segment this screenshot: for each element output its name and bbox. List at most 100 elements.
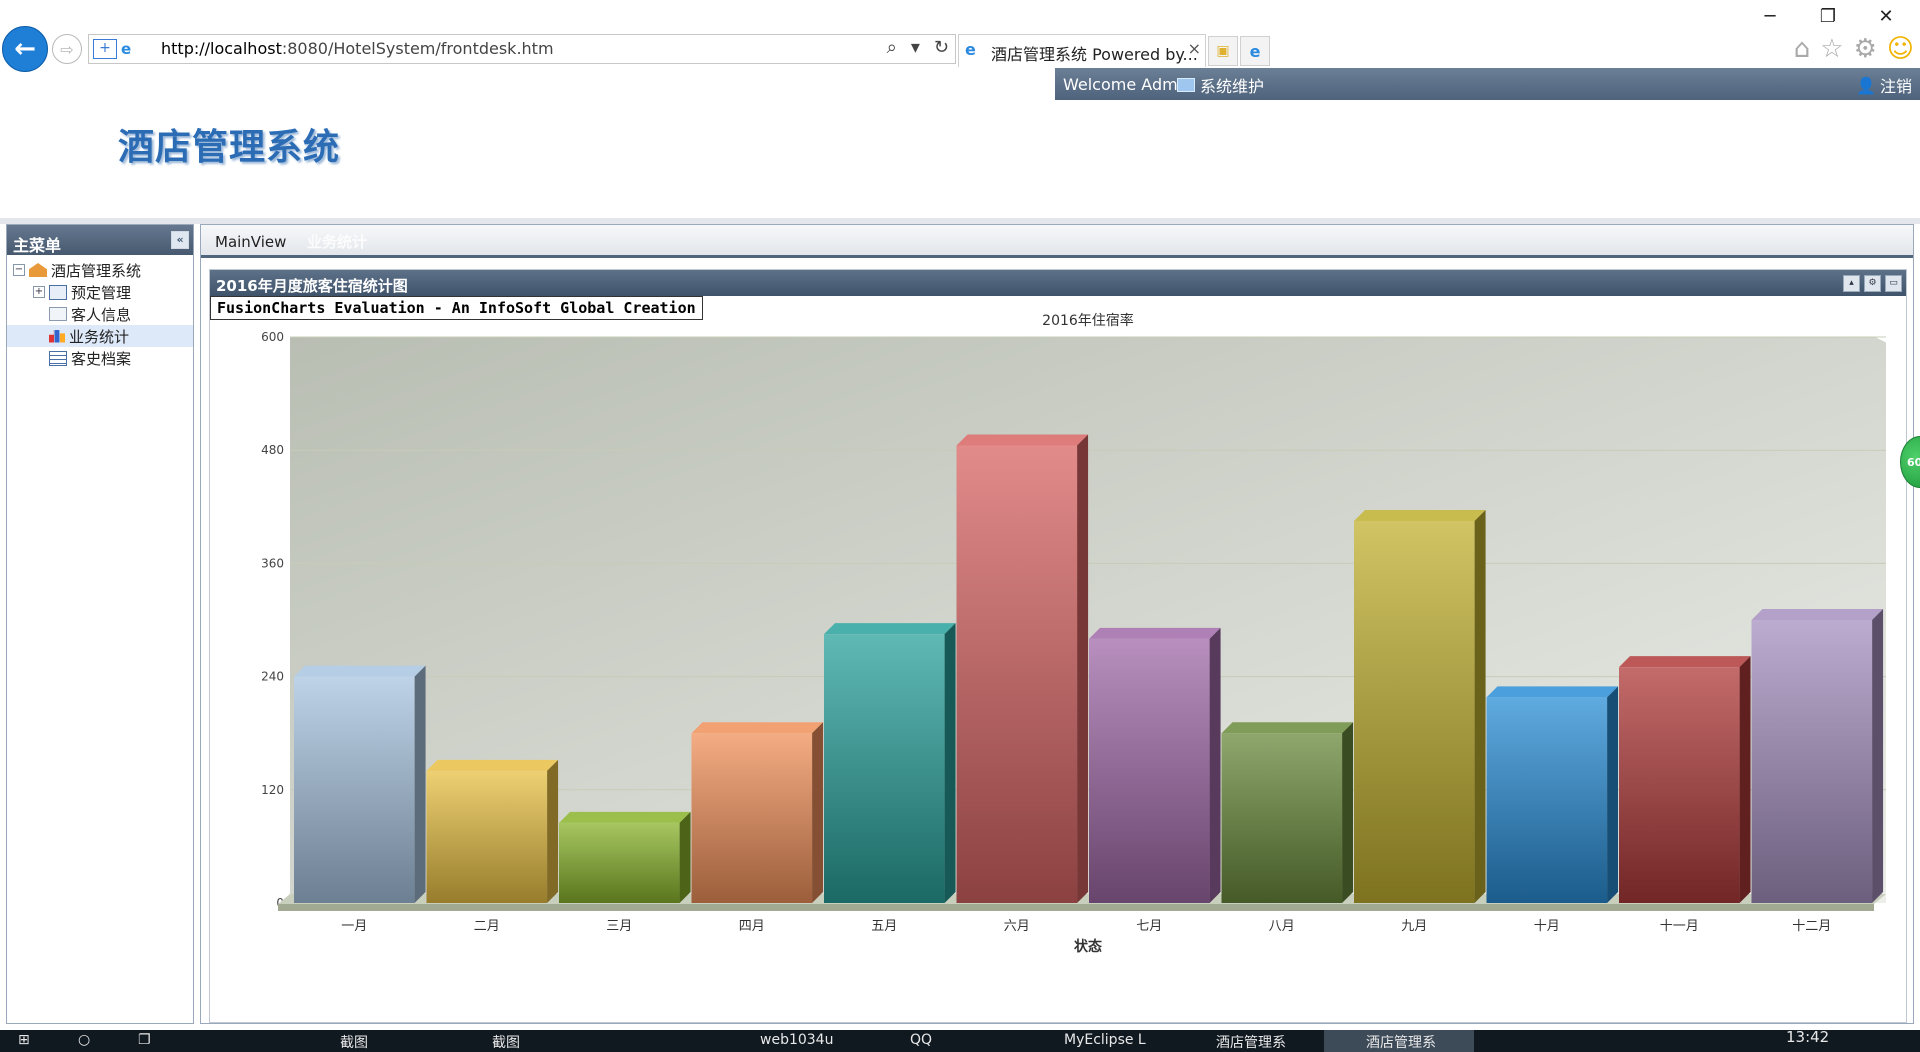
expand-node-icon[interactable]: +	[33, 286, 45, 298]
x-tick-label: 十月	[1534, 919, 1560, 934]
task-view-icon[interactable]: ❐	[138, 1032, 151, 1048]
bar	[1089, 638, 1210, 903]
collapse-node-icon[interactable]: −	[13, 264, 25, 276]
portlet-header: 2016年月度旅客住宿统计图 ▴ ⚙ ▭	[210, 270, 1906, 296]
tree-item-guest-info[interactable]: 客人信息	[7, 303, 193, 325]
bar-chart: 2016年住宿率0120240360480600一月二月三月四月五月六月七月八月…	[261, 312, 1886, 955]
taskbar-item[interactable]: 截图	[340, 1032, 368, 1052]
favorites-star-icon[interactable]: ☆	[1820, 34, 1843, 64]
bar	[1354, 520, 1475, 903]
refresh-icon[interactable]: ↻	[934, 37, 949, 58]
bar	[824, 634, 945, 903]
app-logo-title: 酒店管理系统	[118, 126, 341, 168]
logout-link[interactable]: 👤 注销	[1856, 73, 1912, 97]
taskbar-item[interactable]: 酒店管理系	[1216, 1032, 1286, 1052]
y-tick-label: 120	[261, 783, 284, 797]
start-icon[interactable]: ⊞	[18, 1032, 30, 1048]
bar-side	[679, 811, 691, 903]
home-icon[interactable]: ⌂	[1794, 34, 1811, 64]
bar	[691, 733, 813, 903]
x-axis-title: 状态	[1074, 938, 1102, 955]
sidebar: 主菜单 « − 酒店管理系统 + 预定管理 客人信息 业务统计 客史档案	[6, 224, 194, 1024]
x-tick-label: 十一月	[1660, 919, 1699, 934]
url-text[interactable]: http://localhost:8080/HotelSystem/frontd…	[161, 39, 554, 58]
tree-item-label: 客史档案	[71, 349, 132, 368]
sidebar-header: 主菜单 «	[7, 225, 193, 255]
bar-side	[1474, 509, 1486, 903]
sidebar-title: 主菜单	[13, 236, 62, 255]
bar-top	[559, 811, 691, 823]
x-tick-label: 六月	[1004, 919, 1030, 934]
tab-close-icon[interactable]: ×	[1188, 39, 1201, 58]
ie-new-tab-icon[interactable]: e	[1240, 36, 1270, 66]
bar	[1221, 733, 1343, 903]
x-tick-label: 九月	[1401, 919, 1427, 934]
menu-tree: − 酒店管理系统 + 预定管理 客人信息 业务统计 客史档案	[7, 255, 193, 369]
collapse-sidebar-icon[interactable]: «	[171, 231, 189, 249]
x-tick-label: 四月	[739, 919, 765, 934]
new-tab-icon[interactable]: ▣	[1208, 36, 1238, 66]
bar-side	[944, 623, 956, 903]
config-portlet-icon[interactable]: ⚙	[1864, 275, 1881, 292]
bar-top	[294, 665, 426, 677]
archive-list-icon	[49, 350, 67, 366]
logout-label: 注销	[1879, 77, 1912, 96]
bar-top	[1354, 509, 1486, 521]
taskbar-item[interactable]: 酒店管理系	[1366, 1032, 1436, 1052]
x-tick-label: 一月	[341, 919, 367, 934]
minimize-button[interactable]: ─	[1742, 0, 1798, 32]
bar-side	[547, 759, 559, 903]
taskbar-item[interactable]: 截图	[492, 1032, 520, 1052]
bar-top	[1751, 609, 1884, 620]
tree-item-reservations[interactable]: + 预定管理	[7, 281, 193, 303]
taskbar-item[interactable]: QQ	[910, 1032, 932, 1048]
bar	[1486, 697, 1608, 903]
bar-side	[1342, 722, 1354, 903]
feedback-smiley-icon[interactable]: ☺	[1887, 34, 1914, 64]
system-maintenance-link[interactable]: 系统维护	[1177, 73, 1264, 97]
search-icon[interactable]: ○	[78, 1032, 90, 1048]
bar-top	[1619, 656, 1751, 668]
browser-tab[interactable]: e 酒店管理系统 Powered by... ×	[958, 34, 1206, 67]
x-tick-label: 七月	[1136, 919, 1162, 934]
bar-top	[956, 434, 1089, 446]
y-tick-label: 240	[261, 670, 284, 684]
search-icon[interactable]: ⌕	[887, 37, 897, 58]
bar-side	[414, 665, 426, 903]
settings-gear-icon[interactable]: ⚙	[1854, 34, 1877, 64]
window-icon	[49, 284, 67, 300]
back-button[interactable]: ←	[2, 26, 48, 72]
bar-chart-icon	[49, 329, 65, 343]
chart-portlet: 2016年月度旅客住宿统计图 ▴ ⚙ ▭ 2016年住宿率01202403604…	[209, 269, 1907, 1023]
taskbar-clock: 13:42	[1786, 1030, 1830, 1046]
portlet-title: 2016年月度旅客住宿统计图	[216, 277, 408, 295]
forward-button[interactable]: ⇨	[52, 34, 82, 64]
fusioncharts-evaluation-notice: FusionCharts Evaluation - An InfoSoft Gl…	[210, 296, 703, 320]
tree-item-label: 业务统计	[69, 327, 130, 346]
bar-side	[1077, 434, 1089, 903]
compat-view-icon[interactable]: +	[93, 39, 117, 59]
maximize-portlet-icon[interactable]: ▭	[1885, 275, 1902, 292]
restore-button[interactable]: ❐	[1800, 0, 1856, 32]
tab-business-stats[interactable]: 业务统计	[307, 231, 367, 252]
tree-item-label: 预定管理	[71, 283, 132, 302]
taskbar-item[interactable]: web1034u	[760, 1032, 833, 1048]
tree-item-hotel-system[interactable]: − 酒店管理系统	[7, 259, 193, 281]
minimize-portlet-icon[interactable]: ▴	[1843, 275, 1860, 292]
tab-title: 酒店管理系统 Powered by...	[991, 45, 1198, 64]
x-tick-label: 十二月	[1792, 919, 1831, 934]
tree-item-guest-history[interactable]: 客史档案	[7, 347, 193, 369]
tree-item-business-stats[interactable]: 业务统计	[7, 325, 193, 347]
y-tick-label: 600	[261, 330, 284, 344]
x-tick-label: 三月	[606, 919, 632, 934]
x-tick-label: 八月	[1269, 919, 1295, 934]
bar-top	[824, 623, 956, 635]
close-window-button[interactable]: ✕	[1858, 0, 1914, 32]
y-tick-label: 360	[261, 556, 284, 570]
dropdown-icon[interactable]: ▾	[911, 37, 920, 58]
tab-main-view[interactable]: MainView	[215, 233, 286, 251]
x-tick-label: 二月	[474, 919, 500, 934]
bar-top	[1221, 722, 1354, 734]
address-bar[interactable]: + e http://localhost:8080/HotelSystem/fr…	[88, 34, 956, 64]
taskbar-item[interactable]: MyEclipse L	[1064, 1032, 1146, 1048]
